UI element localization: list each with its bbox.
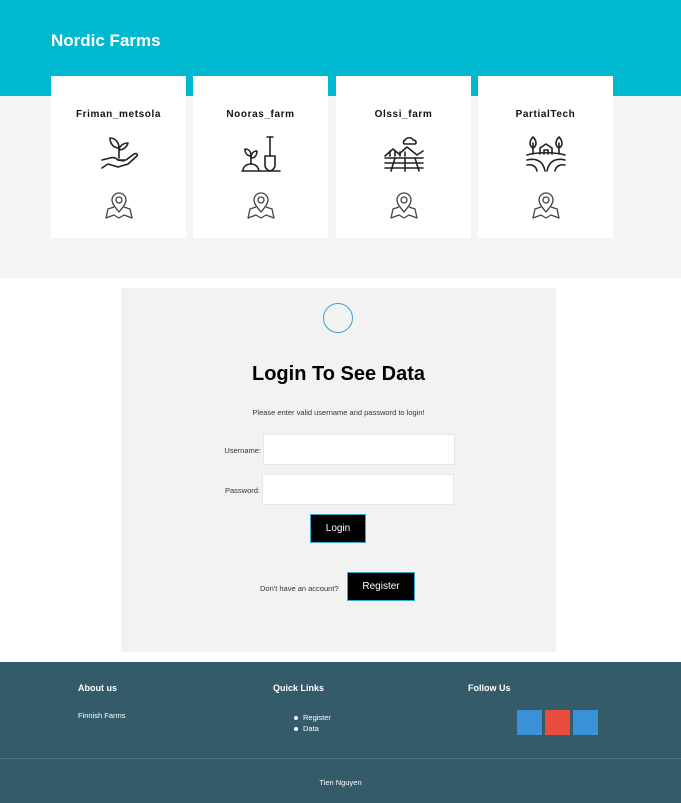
- field-landscape-icon: [384, 136, 424, 172]
- social-twitter-icon[interactable]: [573, 710, 598, 735]
- avatar-icon: [323, 303, 353, 333]
- username-label: Username:: [224, 446, 261, 455]
- quick-link-data[interactable]: Data: [294, 723, 331, 734]
- farm-name: PartialTech: [515, 109, 576, 120]
- social-facebook-icon[interactable]: [517, 710, 542, 735]
- bullet-icon: [294, 726, 298, 731]
- footer-divider: [0, 758, 681, 759]
- copyright-text: Tien Nguyen: [319, 778, 362, 787]
- map-pin-icon: [390, 192, 418, 219]
- bullet-icon: [294, 715, 298, 720]
- quick-links-heading: Quick Links: [273, 683, 325, 693]
- map-pin-icon: [105, 192, 133, 219]
- farm-card-friman[interactable]: Friman_metsola: [51, 76, 186, 238]
- register-prompt: Don't have an account?: [260, 584, 339, 593]
- register-button[interactable]: Register: [347, 572, 415, 601]
- farm-name: Olssi_farm: [374, 109, 433, 120]
- farm-card-olssi[interactable]: Olssi_farm: [336, 76, 471, 238]
- quick-link-label: Data: [303, 724, 319, 733]
- farm-trees-icon: [526, 136, 566, 172]
- password-input[interactable]: [262, 474, 454, 505]
- map-pin-icon: [247, 192, 275, 219]
- quick-link-label: Register: [303, 713, 331, 722]
- password-label: Password:: [224, 486, 260, 495]
- hand-sprout-icon: [101, 137, 139, 169]
- footer: About us Finnish Farms Quick Links Regis…: [0, 662, 681, 803]
- login-button[interactable]: Login: [310, 514, 366, 543]
- login-panel: Login To See Data Please enter valid use…: [121, 288, 556, 652]
- social-google-icon[interactable]: [545, 710, 570, 735]
- follow-heading: Follow Us: [468, 683, 511, 693]
- login-title: Login To See Data: [252, 363, 425, 385]
- farm-card-partialtech[interactable]: PartialTech: [478, 76, 613, 238]
- farm-name: Nooras_farm: [226, 109, 295, 120]
- farm-card-nooras[interactable]: Nooras_farm: [193, 76, 328, 238]
- quick-links-list: Register Data: [294, 712, 331, 734]
- about-heading: About us: [78, 683, 117, 693]
- quick-link-register[interactable]: Register: [294, 712, 331, 723]
- login-subtitle: Please enter valid username and password…: [252, 408, 425, 417]
- farm-name: Friman_metsola: [75, 109, 162, 120]
- brand-title[interactable]: Nordic Farms: [51, 31, 161, 51]
- about-text: Finnish Farms: [78, 711, 126, 720]
- shovel-plant-icon: [241, 136, 281, 172]
- map-pin-icon: [532, 192, 560, 219]
- username-input[interactable]: [263, 434, 455, 465]
